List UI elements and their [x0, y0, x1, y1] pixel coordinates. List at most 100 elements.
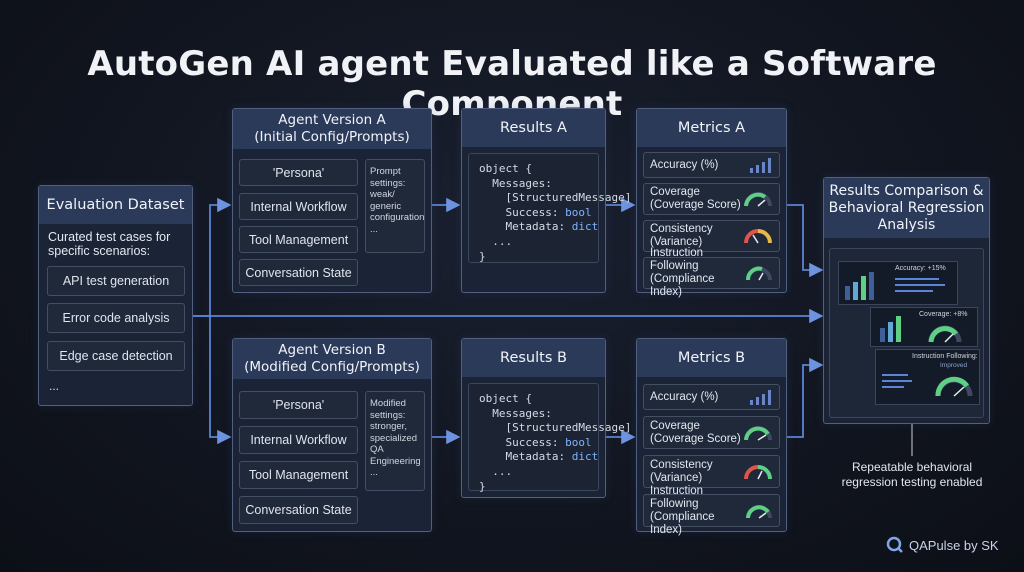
metric-label: Accuracy (%) — [650, 390, 719, 403]
comparison-title-line: Analysis — [877, 216, 936, 233]
metrics-b-accuracy: Accuracy (%) — [643, 384, 780, 410]
arrow-dataset-to-agent-a — [192, 197, 232, 317]
dataset-more: ... — [49, 379, 60, 393]
agent-a-tool-management: Tool Management — [239, 226, 358, 253]
metrics-b-header: Metrics B — [637, 339, 786, 377]
metrics-a-coverage: Coverage (Coverage Score) — [643, 183, 780, 215]
agent-version-a-header: Agent Version A (Initial Config/Prompts) — [233, 109, 431, 149]
gauge-icon — [746, 266, 772, 281]
metrics-a-accuracy: Accuracy (%) — [643, 152, 780, 178]
code-line: Metadata: dict — [479, 220, 599, 234]
instruction-following-label: Instruction Following: — [912, 353, 978, 360]
dataset-item-error-code-analysis: Error code analysis — [47, 303, 185, 333]
agent-a-subtitle: (Initial Config/Prompts) — [254, 129, 410, 145]
metric-label: Accuracy (%) — [650, 158, 719, 171]
arrow-metrics-b-to-comparison — [787, 357, 824, 438]
results-b-code: object { Messages: [StructuredMessage] S… — [468, 383, 632, 493]
bar-chart-icon — [845, 272, 874, 300]
coverage-comparison-card: Coverage: +8% — [870, 307, 978, 347]
gauge-icon — [744, 229, 772, 244]
code-line: Success: bool — [479, 435, 592, 449]
gauge-icon — [744, 464, 772, 479]
metric-label: Coverage (Coverage Score) — [650, 419, 741, 445]
type-keyword: dict — [571, 220, 599, 234]
footnote-line: Repeatable behavioral — [851, 460, 973, 474]
code-line: Success: bool — [479, 205, 592, 219]
code-line: [StructuredMessage] — [479, 191, 632, 205]
summary-line — [882, 380, 912, 382]
type-keyword: bool — [565, 205, 592, 219]
brand-watermark: QAPulse by SK — [886, 535, 999, 555]
agent-b-internal-workflow: Internal Workflow — [239, 426, 358, 454]
type-keyword: bool — [565, 435, 592, 449]
metric-label: Instruction Following (Compliance Index) — [650, 247, 715, 298]
evaluation-dataset-panel: Evaluation Dataset Curated test cases fo… — [38, 185, 193, 406]
summary-line — [895, 278, 939, 280]
dataset-item-edge-case-detection: Edge case detection — [47, 341, 185, 371]
brand-name: QAPulse by SK — [909, 537, 999, 553]
code-line: Messages: — [479, 176, 552, 190]
evaluation-dataset-header: Evaluation Dataset — [39, 186, 192, 224]
metrics-a-header: Metrics A — [637, 109, 786, 147]
summary-line — [895, 290, 933, 292]
agent-b-prompt-note: Modified settings: stronger, specialized… — [365, 391, 425, 491]
results-a-code: object { Messages: [StructuredMessage] S… — [468, 153, 632, 263]
code-line: [StructuredMessage] — [479, 421, 632, 435]
agent-b-conversation-state: Conversation State — [239, 496, 358, 524]
metrics-a-panel: Metrics A Accuracy (%) Coverage (Coverag… — [636, 108, 787, 298]
gauge-icon — [744, 425, 772, 441]
comparison-title-line: Results Comparison & — [829, 182, 984, 199]
code-line: object { — [479, 392, 532, 405]
metric-label: Consistency (Variance) — [650, 458, 713, 484]
agent-b-title: Agent Version B — [278, 342, 386, 358]
results-a-header: Results A — [462, 109, 605, 147]
type-keyword: dict — [571, 450, 599, 464]
results-b-panel: Results B object { Messages: [Structured… — [461, 338, 632, 498]
agent-b-tool-management: Tool Management — [239, 461, 358, 489]
metric-label: Consistency (Variance) — [650, 223, 713, 248]
magnifier-logo-icon — [886, 536, 903, 553]
dataset-item-api-test-generation: API test generation — [47, 266, 185, 296]
comparison-dashboard: Accuracy: +15% Coverage: +8% Instruction… — [829, 248, 984, 418]
metrics-b-coverage: Coverage (Coverage Score) — [643, 416, 780, 449]
agent-b-subtitle: (Modified Config/Prompts) — [244, 359, 420, 375]
gauge-icon — [935, 376, 973, 397]
footnote-line: regression testing enabled — [841, 475, 983, 489]
comparison-footnote: Repeatable behavioral regression testing… — [815, 460, 1009, 490]
code-line: Messages: — [479, 406, 552, 420]
comparison-title-line: Behavioral Regression — [828, 199, 985, 216]
metric-label: Instruction Following (Compliance Index) — [650, 484, 715, 536]
summary-line — [882, 374, 908, 376]
arrow-dataset-to-agent-b — [209, 316, 232, 445]
code-line: ... — [479, 234, 513, 248]
agent-a-conversation-state: Conversation State — [239, 259, 358, 286]
gauge-icon — [744, 192, 772, 207]
metrics-b-panel: Metrics B Accuracy (%) Coverage (Coverag… — [636, 338, 787, 536]
metric-label: Coverage (Coverage Score) — [650, 186, 741, 211]
arrow-metrics-a-to-comparison — [787, 204, 824, 278]
agent-version-b-panel: Agent Version B (Modified Config/Prompts… — [232, 338, 432, 532]
bar-chart-icon — [750, 390, 771, 405]
instruction-comparison-card: Instruction Following: Improved — [875, 349, 980, 405]
gauge-icon — [746, 504, 772, 519]
agent-version-b-header: Agent Version B (Modified Config/Prompts… — [233, 339, 431, 379]
metrics-a-instruction-following: Instruction Following (Compliance Index) — [643, 247, 780, 298]
agent-version-a-panel: Agent Version A (Initial Config/Prompts)… — [232, 108, 432, 293]
agent-a-title: Agent Version A — [278, 112, 386, 128]
dataset-intro: Curated test cases for specific scenario… — [48, 230, 171, 258]
code-line: ... — [479, 464, 513, 478]
results-b-header: Results B — [462, 339, 605, 377]
results-a-panel: Results A object { Messages: [Structured… — [461, 108, 632, 293]
gauge-icon — [928, 325, 962, 343]
instruction-improved-label: Improved — [940, 362, 968, 369]
metrics-b-consistency: Consistency (Variance) — [643, 455, 780, 488]
bar-chart-icon — [880, 316, 901, 342]
bar-chart-icon — [750, 158, 771, 173]
code-line: } — [479, 249, 486, 263]
results-comparison-panel: Results Comparison & Behavioral Regressi… — [823, 177, 990, 424]
metrics-b-instruction-following: Instruction Following (Compliance Index) — [643, 485, 780, 536]
accuracy-change-label: Accuracy: +15% — [895, 265, 946, 272]
agent-a-persona: 'Persona' — [239, 159, 358, 186]
summary-line — [882, 386, 904, 388]
code-line: Metadata: dict — [479, 450, 599, 464]
